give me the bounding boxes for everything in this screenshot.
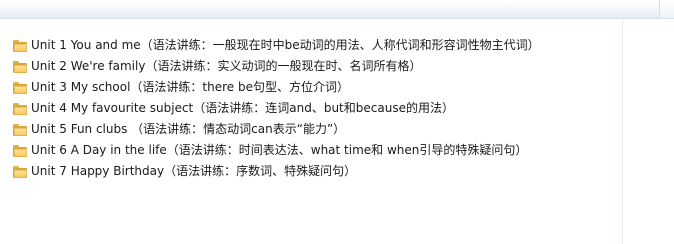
folder-name: Unit 5 Fun clubs （语法讲练：情态动词can表示“能力”） xyxy=(31,122,346,136)
folder-row-unit-3[interactable]: Unit 3 My school（语法讲练：there be句型、方位介词） xyxy=(0,77,622,98)
header-corner xyxy=(659,0,674,18)
folder-icon xyxy=(13,165,27,178)
file-list: Unit 1 You and me（语法讲练：一般现在时中be动词的用法、人称代… xyxy=(0,35,622,182)
folder-name: Unit 7 Happy Birthday（语法讲练：序数词、特殊疑问句） xyxy=(31,164,357,178)
folder-row-unit-4[interactable]: Unit 4 My favourite subject（语法讲练：连词and、b… xyxy=(0,98,622,119)
folder-row-unit-6[interactable]: Unit 6 A Day in the life（语法讲练：时间表达法、what… xyxy=(0,140,622,161)
folder-icon xyxy=(13,81,27,94)
folder-name: Unit 1 You and me（语法讲练：一般现在时中be动词的用法、人称代… xyxy=(31,38,540,52)
folder-row-unit-5[interactable]: Unit 5 Fun clubs （语法讲练：情态动词can表示“能力”） xyxy=(0,119,622,140)
folder-icon xyxy=(13,39,27,52)
folder-name: Unit 4 My favourite subject（语法讲练：连词and、b… xyxy=(31,101,454,115)
folder-icon xyxy=(13,144,27,157)
folder-icon xyxy=(13,123,27,136)
folder-name: Unit 2 We're family（语法讲练：实义动词的一般现在时、名词所有… xyxy=(31,59,422,73)
folder-row-unit-7[interactable]: Unit 7 Happy Birthday（语法讲练：序数词、特殊疑问句） xyxy=(0,161,622,182)
folder-icon xyxy=(13,60,27,73)
folder-row-unit-2[interactable]: Unit 2 We're family（语法讲练：实义动词的一般现在时、名词所有… xyxy=(0,56,622,77)
folder-name: Unit 3 My school（语法讲练：there be句型、方位介词） xyxy=(31,80,349,94)
column-header-bar xyxy=(0,0,674,19)
folder-icon xyxy=(13,102,27,115)
side-panel xyxy=(622,19,674,244)
folder-row-unit-1[interactable]: Unit 1 You and me（语法讲练：一般现在时中be动词的用法、人称代… xyxy=(0,35,622,56)
folder-name: Unit 6 A Day in the life（语法讲练：时间表达法、what… xyxy=(31,143,528,157)
